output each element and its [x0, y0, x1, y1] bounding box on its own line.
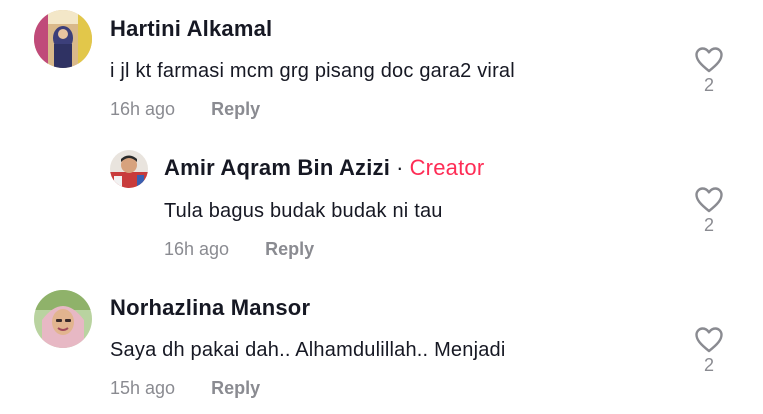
- reply-button[interactable]: Reply: [265, 239, 314, 259]
- comment-text: Saya dh pakai dah.. Alhamdulillah.. Menj…: [110, 339, 506, 361]
- like-button[interactable]: 2: [691, 47, 727, 96]
- comment-time: 16h ago: [110, 99, 176, 119]
- heart-outline-icon: [695, 327, 723, 353]
- comment-author[interactable]: Norhazlina Mansor: [110, 295, 310, 321]
- comment-text: Tula bagus budak budak ni tau: [164, 200, 443, 222]
- comment-time: 16h ago: [164, 239, 230, 259]
- heart-outline-icon: [695, 47, 723, 73]
- comment-author-line: Amir Aqram Bin Azizi · Creator: [164, 155, 484, 181]
- heart-outline-icon: [695, 187, 723, 213]
- comments-list: Hartini Alkamal i jl kt farmasi mcm grg …: [0, 0, 763, 414]
- like-count: 2: [703, 215, 714, 235]
- reply-button[interactable]: Reply: [211, 378, 260, 398]
- comment-text: i jl kt farmasi mcm grg pisang doc gara2…: [110, 60, 515, 82]
- comment-meta: 15h ago Reply: [110, 378, 260, 399]
- like-count: 2: [703, 75, 714, 95]
- reply-button[interactable]: Reply: [211, 99, 260, 119]
- comment-time: 15h ago: [110, 378, 176, 398]
- avatar[interactable]: [110, 150, 148, 188]
- comment-author[interactable]: Hartini Alkamal: [110, 16, 272, 42]
- comment-meta: 16h ago Reply: [164, 239, 314, 260]
- avatar[interactable]: [34, 10, 92, 68]
- comment-author[interactable]: Amir Aqram Bin Azizi: [164, 155, 390, 180]
- creator-badge: Creator: [409, 155, 485, 180]
- like-button[interactable]: 2: [691, 187, 727, 236]
- like-count: 2: [703, 355, 714, 375]
- comment-meta: 16h ago Reply: [110, 99, 260, 120]
- author-separator: ·: [396, 155, 404, 180]
- like-button[interactable]: 2: [691, 327, 727, 376]
- avatar[interactable]: [34, 290, 92, 348]
